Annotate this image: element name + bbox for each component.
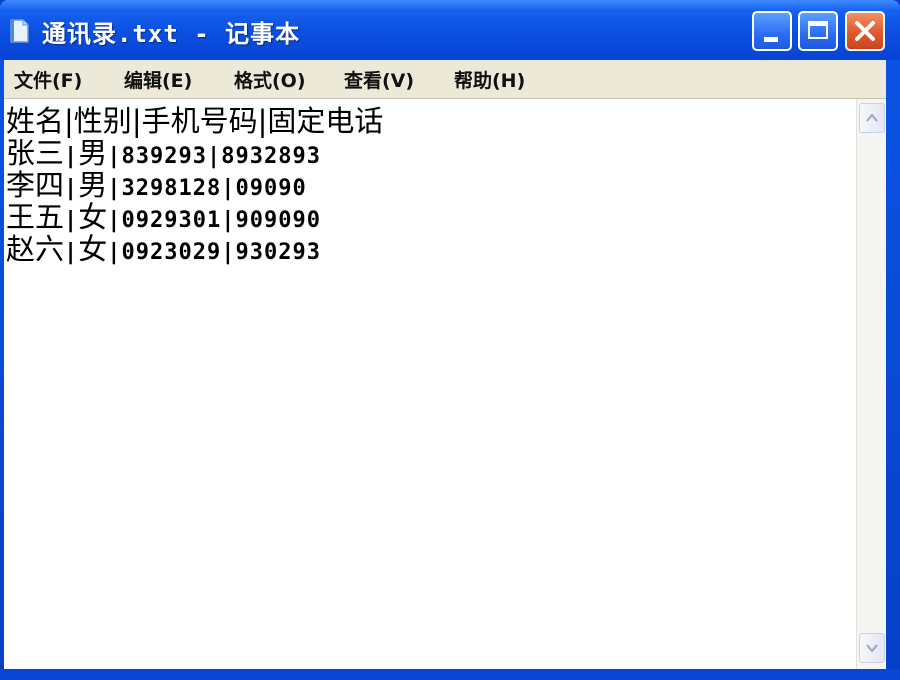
text-line: 李四|男|3298128|09090: [6, 169, 307, 201]
separator: |: [64, 240, 79, 265]
menu-format[interactable]: 格式(O): [232, 66, 308, 93]
menu-edit[interactable]: 编辑(E): [122, 66, 194, 93]
separator: |: [64, 104, 74, 138]
text-editor[interactable]: 姓名|性别|手机号码|固定电话 张三|男|839293|8932893 李四|男…: [4, 99, 856, 669]
contact-name: 李四: [6, 168, 65, 202]
minimize-icon: [764, 37, 778, 42]
contact-name: 赵六: [6, 232, 65, 266]
header-landline: 固定电话: [267, 104, 384, 138]
menu-help[interactable]: 帮助(H): [452, 66, 527, 93]
chevron-up-icon: [866, 113, 878, 122]
separator: |: [64, 176, 79, 201]
menu-file[interactable]: 文件(F): [12, 66, 84, 93]
contact-mobile: 3298128: [121, 176, 222, 201]
maximize-button[interactable]: [798, 11, 838, 51]
scroll-down-button[interactable]: [859, 633, 885, 663]
contact-landline: 8932893: [221, 144, 321, 169]
title-bar[interactable]: 通讯录.txt - 记事本: [0, 0, 900, 60]
contact-name: 王五: [6, 200, 65, 234]
header-mobile: 手机号码: [141, 104, 258, 138]
maximize-icon: [808, 21, 828, 39]
separator: |: [221, 208, 236, 233]
menu-bar: 文件(F) 编辑(E) 格式(O) 查看(V) 帮助(H): [4, 60, 886, 99]
window-bottom-border: [0, 669, 900, 680]
window-title: 通讯录.txt - 记事本: [42, 20, 301, 48]
close-icon: [855, 21, 875, 41]
contact-landline: 930293: [235, 240, 321, 265]
header-name: 姓名: [6, 104, 65, 138]
separator: |: [221, 240, 236, 265]
contact-gender: 女: [78, 232, 108, 266]
contact-name: 张三: [6, 136, 65, 170]
contact-mobile: 839293: [121, 144, 208, 169]
contact-gender: 女: [78, 200, 108, 234]
contact-landline: 09090: [235, 176, 307, 201]
contact-gender: 男: [78, 168, 108, 202]
separator: |: [131, 104, 142, 138]
separator: |: [257, 104, 268, 138]
contact-gender: 男: [78, 136, 108, 170]
text-line: 张三|男|839293|8932893: [6, 137, 321, 169]
separator: |: [107, 144, 122, 169]
chevron-down-icon: [866, 644, 878, 653]
text-line-header: 姓名|性别|手机号码|固定电话: [6, 105, 383, 137]
contact-mobile: 0929301: [121, 208, 222, 233]
vertical-scrollbar[interactable]: [856, 99, 886, 669]
separator: |: [64, 144, 79, 169]
separator: |: [107, 240, 122, 265]
text-line: 赵六|女|0923029|930293: [6, 233, 321, 265]
separator: |: [107, 176, 122, 201]
contact-landline: 909090: [235, 208, 321, 233]
text-line: 王五|女|0929301|909090: [6, 201, 321, 233]
header-gender: 性别: [73, 104, 132, 138]
separator: |: [107, 208, 122, 233]
close-button[interactable]: [845, 11, 885, 51]
notepad-window: 通讯录.txt - 记事本 文件(F) 编辑(E) 格式(O) 查看(V) 帮助…: [0, 0, 900, 680]
menu-view[interactable]: 查看(V): [342, 66, 416, 93]
minimize-button[interactable]: [752, 11, 792, 51]
notepad-icon: [10, 19, 29, 43]
scroll-up-button[interactable]: [859, 103, 885, 133]
separator: |: [64, 208, 79, 233]
contact-mobile: 0923029: [121, 240, 222, 265]
separator: |: [221, 176, 236, 201]
separator: |: [207, 144, 222, 169]
